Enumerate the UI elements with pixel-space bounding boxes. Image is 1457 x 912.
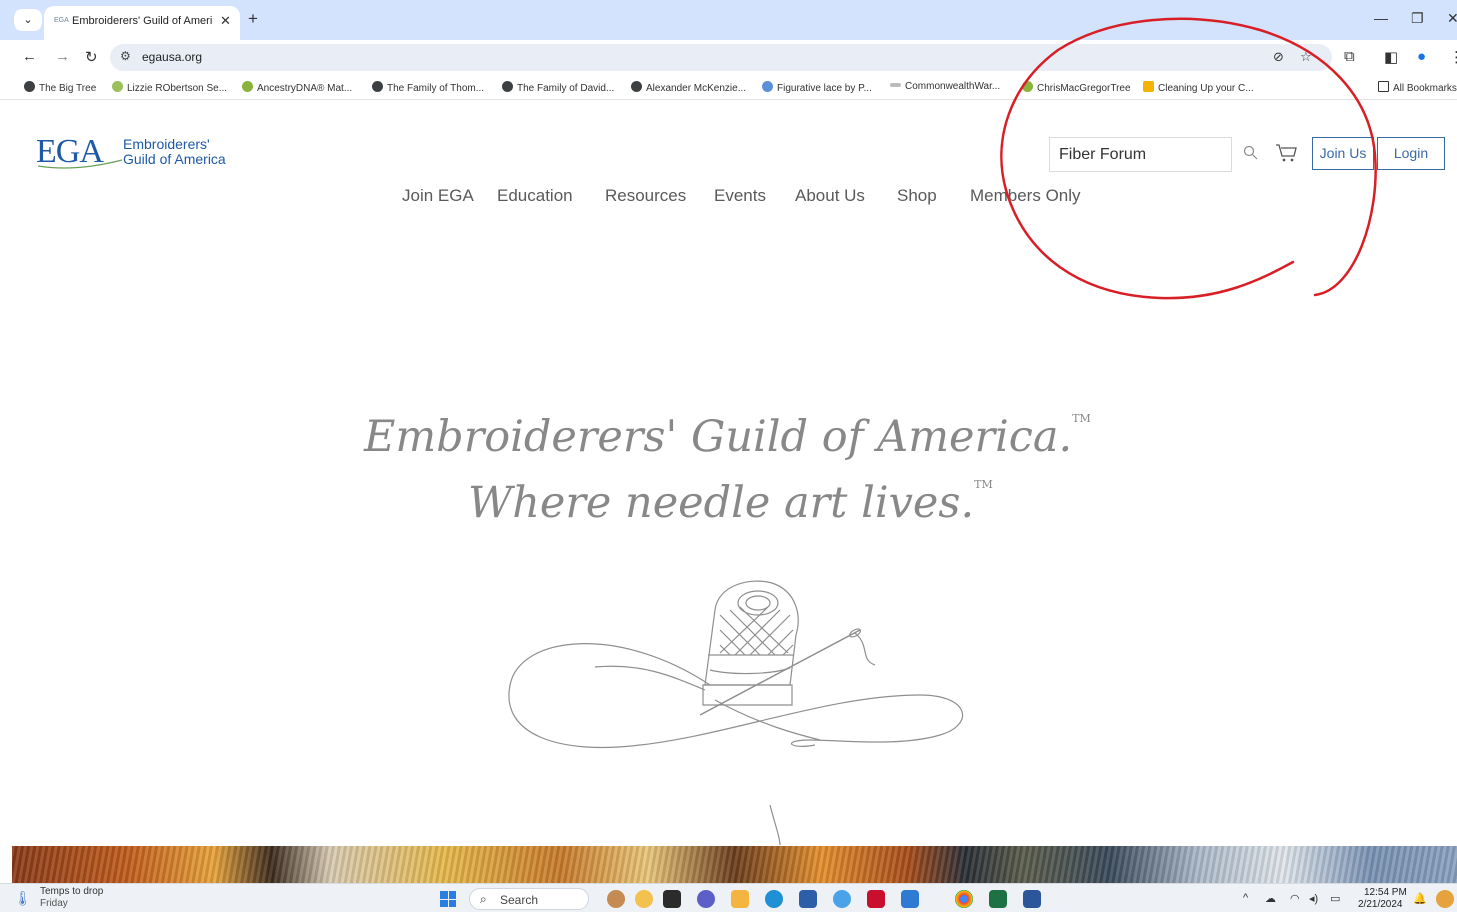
browser-tab-active[interactable]: EGA Embroiderers' Guild of America ✕ xyxy=(44,6,240,40)
mcafee-icon[interactable] xyxy=(867,890,885,908)
bookmark-item[interactable]: The Family of Thom... xyxy=(372,81,484,94)
tab-close-icon[interactable]: ✕ xyxy=(220,13,231,29)
edge-icon[interactable] xyxy=(765,890,783,908)
profile-icon[interactable]: ● xyxy=(1417,48,1426,65)
bookmark-item[interactable]: Alexander McKenzie... xyxy=(631,81,746,94)
task-view-icon[interactable] xyxy=(663,890,681,908)
app-icon[interactable] xyxy=(901,890,919,908)
globe-icon xyxy=(24,81,35,92)
copilot-icon[interactable] xyxy=(635,890,653,908)
site-info-icon[interactable]: ⚙ xyxy=(120,49,131,63)
globe-icon xyxy=(502,81,513,92)
back-icon[interactable]: ← xyxy=(22,48,37,65)
thimble-illustration xyxy=(508,580,964,845)
hero-line-2: Where needle art lives.TM xyxy=(468,478,993,528)
bookmark-item[interactable]: AncestryDNA® Mat... xyxy=(242,81,352,94)
globe-icon xyxy=(372,81,383,92)
widgets-avatar-icon[interactable] xyxy=(607,890,625,908)
clock-date[interactable]: 2/21/2024 xyxy=(1358,899,1403,910)
nav-join-ega[interactable]: Join EGA xyxy=(402,186,474,206)
weather-day: Friday xyxy=(40,898,68,909)
nav-shop[interactable]: Shop xyxy=(897,186,937,206)
close-window-icon[interactable]: ✕ xyxy=(1447,10,1457,27)
menu-icon[interactable]: ⋮ xyxy=(1449,48,1457,66)
bookmark-item[interactable]: Lizzie RObertson Se... xyxy=(112,81,227,94)
store-icon[interactable] xyxy=(799,890,817,908)
logo-swoosh xyxy=(37,159,123,169)
notification-bell-icon[interactable]: 🔔 xyxy=(1413,892,1427,905)
restore-icon[interactable]: ❐ xyxy=(1411,10,1424,27)
volume-icon[interactable]: ◂) xyxy=(1309,892,1318,905)
clock-time[interactable]: 12:54 PM xyxy=(1364,887,1407,898)
trademark: TM xyxy=(974,478,993,491)
hero-line-1: Embroiderers' Guild of America.TM xyxy=(364,412,1091,462)
logo-name: Embroiderers' Guild of America xyxy=(123,136,226,167)
weather-headline[interactable]: Temps to drop xyxy=(40,886,103,897)
lace-site-icon xyxy=(762,81,773,92)
nav-resources[interactable]: Resources xyxy=(605,186,686,206)
onedrive-icon[interactable]: ☁ xyxy=(1265,892,1276,905)
cwgc-icon xyxy=(890,83,901,87)
copilot-tray-icon[interactable] xyxy=(1436,890,1454,908)
new-tab-button[interactable]: + xyxy=(248,9,258,29)
reload-icon[interactable]: ↻ xyxy=(85,48,98,66)
battery-icon[interactable]: ▭ xyxy=(1330,892,1340,905)
bookmark-item[interactable]: The Big Tree xyxy=(24,81,96,94)
search-icon: ⌕ xyxy=(480,892,487,906)
nav-events[interactable]: Events xyxy=(714,186,766,206)
windows-start-icon[interactable] xyxy=(440,891,456,907)
weather-icon[interactable]: 🌡 xyxy=(14,890,32,907)
tree-icon xyxy=(112,81,123,92)
annotation-circle xyxy=(1000,17,1377,300)
chrome-icon[interactable] xyxy=(955,890,973,908)
ancestry-icon xyxy=(242,81,253,92)
embroidery-banner-image xyxy=(12,846,1457,883)
file-explorer-icon[interactable] xyxy=(731,890,749,908)
bookmark-item[interactable]: CommonwealthWar... xyxy=(890,81,1000,92)
show-hidden-icons-icon[interactable]: ^ xyxy=(1243,892,1248,904)
excel-icon[interactable] xyxy=(989,890,1007,908)
tab-favicon: EGA xyxy=(54,17,69,24)
taskbar-search[interactable]: ⌕ Search xyxy=(469,888,589,910)
bookmark-item[interactable]: Figurative lace by P... xyxy=(762,81,872,94)
tab-search-button[interactable]: ⌄ xyxy=(14,9,42,31)
browser-app-icon[interactable] xyxy=(833,890,851,908)
forward-icon[interactable]: → xyxy=(55,48,70,65)
word-icon[interactable] xyxy=(1023,890,1041,908)
tab-title: Embroiderers' Guild of America xyxy=(72,15,212,27)
url-text: egausa.org xyxy=(142,50,203,64)
bookmark-item[interactable]: The Family of David... xyxy=(502,81,614,94)
trademark: TM xyxy=(1072,412,1091,425)
globe-icon xyxy=(631,81,642,92)
windows-taskbar: 🌡 Temps to drop Friday ⌕ Search ^ ☁ ◠ ◂)… xyxy=(0,883,1457,912)
nav-about-us[interactable]: About Us xyxy=(795,186,865,206)
nav-education[interactable]: Education xyxy=(497,186,573,206)
teams-chat-icon[interactable] xyxy=(697,890,715,908)
wifi-icon[interactable]: ◠ xyxy=(1290,892,1300,905)
